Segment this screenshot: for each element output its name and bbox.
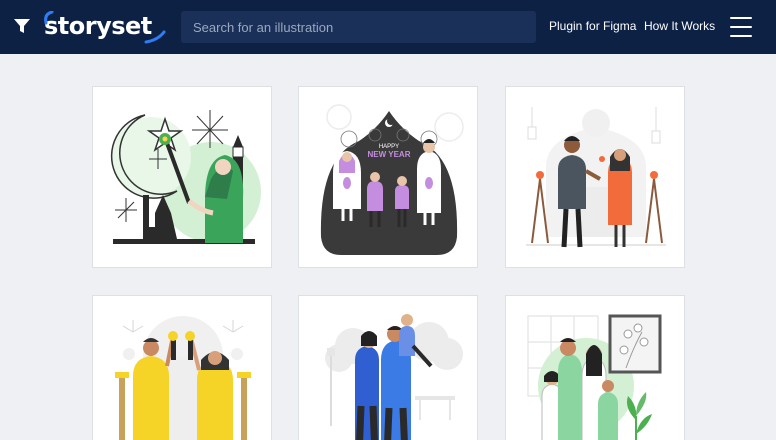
logo-swoosh-icon [44,11,54,25]
illustration-card-couple-greeting[interactable] [505,86,685,268]
couple-greeting-illustration [526,107,666,248]
how-it-works-link[interactable]: How It Works [644,19,715,33]
hamburger-menu-icon [730,17,752,19]
ramadan-woman-illustration [110,110,261,244]
illustration-card-ramadan-woman[interactable] [92,86,272,268]
friends-torches-illustration [115,316,251,440]
hamburger-menu-button[interactable] [730,17,752,37]
storyset-logo[interactable]: storyset [44,8,166,44]
banner-new-year: NEW YEAR [368,150,411,159]
search-input[interactable] [193,19,524,35]
illustration-card-family-portrait[interactable] [505,295,685,440]
illustration-card-friends-torches[interactable] [92,295,272,440]
plugin-for-figma-link[interactable]: Plugin for Figma [549,19,636,33]
illustration-card-new-year-family[interactable]: HAPPY NEW YEAR [298,86,478,268]
illustration-card-family-hug[interactable] [298,295,478,440]
logo-underline-icon [144,30,166,44]
top-navbar: storyset Plugin for Figma How It Works [0,0,776,54]
family-portrait-illustration [527,314,662,440]
filter-button[interactable] [8,12,36,40]
logo-text: storyset [44,12,152,40]
search-bar [181,11,536,43]
family-hug-illustration [325,314,463,440]
hamburger-menu-icon [730,26,752,28]
filter-icon [14,19,30,33]
new-year-family-illustration: HAPPY NEW YEAR [320,104,464,255]
hamburger-menu-icon [730,35,752,37]
